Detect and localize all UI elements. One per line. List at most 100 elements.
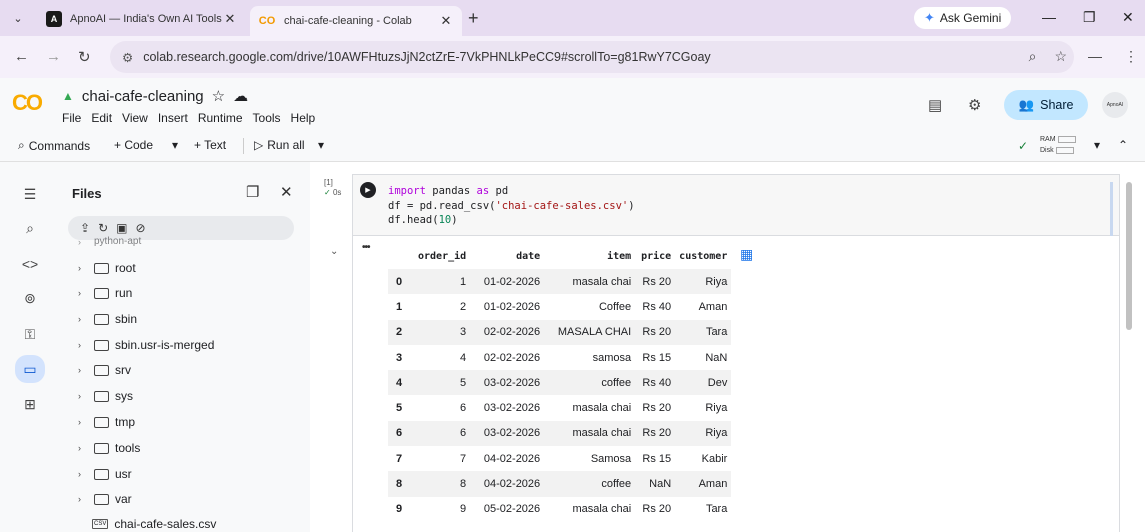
notebook-scrollbar[interactable]: [1126, 182, 1132, 330]
tree-item-usr[interactable]: › usr: [78, 467, 132, 481]
tree-item-partial[interactable]: › python-apt: [78, 236, 141, 247]
cloud-sync-icon[interactable]: ☁: [233, 87, 248, 105]
window-close-icon[interactable]: ✕: [1122, 9, 1134, 26]
tab-close-icon[interactable]: ✕: [438, 13, 454, 29]
add-code-button[interactable]: + Code: [114, 138, 153, 152]
cell-item: samosa: [592, 351, 632, 364]
browser-tab-colab[interactable]: CO chai-cafe-cleaning - Colab ✕: [250, 6, 462, 36]
tree-item-root[interactable]: › root: [78, 261, 136, 275]
settings-gear-icon[interactable]: ⚙: [968, 96, 981, 114]
row-index: 2: [388, 319, 414, 345]
tree-item-sbin[interactable]: › sbin: [78, 312, 137, 326]
address-bar-row: ← → ↻ ⚙ colab.research.google.com/drive/…: [0, 36, 1145, 78]
browser-tab-apnoai[interactable]: A ApnoAI — India's Own AI Tools ✕: [38, 6, 246, 32]
tree-item-tools[interactable]: › tools: [78, 441, 140, 455]
url-bar[interactable]: ⚙ colab.research.google.com/drive/10AWFH…: [110, 41, 1074, 73]
cell-item: masala chai: [572, 503, 632, 516]
cell-order-id: 2: [460, 300, 467, 313]
add-code-dropdown-icon[interactable]: ▾: [172, 138, 178, 152]
files-panel: Files ❐ ✕ ⇪ ↻ ▣ ⊘ › python-apt › root › run…: [60, 162, 310, 532]
back-arrow-icon[interactable]: ←: [14, 48, 29, 65]
reload-icon[interactable]: ↻: [78, 48, 91, 66]
people-icon: 👥: [1018, 97, 1035, 112]
menu-edit[interactable]: Edit: [91, 111, 112, 125]
hide-files-icon[interactable]: ⊘: [135, 221, 145, 235]
tree-item-srv[interactable]: › srv: [78, 363, 131, 377]
extensions-icon[interactable]: —: [1088, 48, 1102, 64]
minimize-icon[interactable]: —: [1042, 9, 1056, 25]
avatar[interactable]: ApnoAI: [1102, 92, 1128, 118]
tree-item-label: python-apt: [94, 236, 142, 247]
cell-date: 03-02-2026: [470, 420, 545, 447]
cell-scrollbar[interactable]: [1110, 182, 1113, 236]
tree-item-run[interactable]: › run: [78, 286, 132, 300]
table-row: 0 1 01-02-2026 masala chai Rs 20 Riya: [388, 269, 732, 295]
tree-item-sbin-usr-is-merged[interactable]: › sbin.usr-is-merged: [78, 338, 214, 352]
output-menu-icon[interactable]: •••: [362, 242, 370, 253]
site-info-icon[interactable]: ⚙: [122, 50, 133, 65]
mount-drive-icon[interactable]: ▣: [116, 221, 127, 235]
star-icon[interactable]: ☆: [212, 87, 225, 105]
tab-search-icon[interactable]: ⌄: [8, 8, 28, 28]
menu-runtime[interactable]: Runtime: [198, 111, 243, 125]
tree-item-sys[interactable]: › sys: [78, 389, 133, 403]
comments-icon[interactable]: ▤: [928, 96, 942, 114]
colab-logo[interactable]: CO: [12, 90, 43, 116]
zoom-icon[interactable]: ⌕: [1029, 48, 1037, 65]
table-of-contents-icon[interactable]: ☰: [18, 182, 42, 206]
run-all-dropdown-icon[interactable]: ▾: [318, 138, 324, 152]
upload-icon[interactable]: ⇪: [80, 221, 90, 235]
tree-item-var[interactable]: › var: [78, 492, 132, 506]
commands-button[interactable]: ⌕ Commands: [18, 138, 90, 153]
cell-price: Rs 40: [642, 300, 672, 313]
run-all-button[interactable]: ▷ Run all: [254, 138, 305, 152]
menu-file[interactable]: File: [62, 111, 81, 125]
share-button[interactable]: 👥 Share: [1004, 90, 1088, 120]
folder-icon: [94, 442, 109, 454]
commands-label: Commands: [28, 138, 91, 153]
file-chai-cafe-sales-csv[interactable]: CSV chai-cafe-sales.csv: [92, 517, 216, 531]
output-collapse-icon[interactable]: ⌄: [330, 246, 338, 257]
menu-view[interactable]: View: [122, 111, 148, 125]
run-cell-button[interactable]: ▶: [360, 182, 376, 198]
add-text-button[interactable]: + Text: [194, 138, 226, 152]
menu-insert[interactable]: Insert: [158, 111, 188, 125]
runtime-dropdown-icon[interactable]: ▾: [1094, 138, 1100, 152]
terminal-icon[interactable]: ⊞: [18, 392, 42, 416]
code-snippets-icon[interactable]: <>: [18, 252, 42, 276]
forward-arrow-icon[interactable]: →: [46, 48, 61, 65]
ram-label: RAM: [1040, 136, 1056, 143]
menu-help[interactable]: Help: [291, 111, 316, 125]
row-index: 4: [388, 370, 414, 396]
collapse-header-icon[interactable]: ⌃: [1118, 138, 1128, 152]
tree-item-tmp[interactable]: › tmp: [78, 415, 135, 429]
find-icon[interactable]: ⌕: [18, 216, 42, 240]
files-icon[interactable]: ▭: [15, 355, 45, 383]
row-index: 5: [396, 402, 403, 415]
folder-icon: [94, 364, 109, 376]
folder-icon: [94, 416, 109, 428]
variables-icon[interactable]: ⊚: [18, 286, 42, 310]
notebook-title[interactable]: chai-cafe-cleaning: [82, 88, 204, 105]
browser-menu-icon[interactable]: ⋮: [1124, 48, 1138, 65]
folder-icon: [94, 468, 109, 480]
open-in-tab-icon[interactable]: ❐: [246, 183, 259, 201]
ram-disk-indicator[interactable]: RAM Disk: [1040, 134, 1076, 156]
secrets-icon[interactable]: ⚿: [18, 322, 42, 346]
tab-close-icon[interactable]: ✕: [222, 11, 238, 27]
cell-price: Rs 40: [635, 370, 676, 396]
refresh-icon[interactable]: ↻: [98, 221, 108, 235]
code-editor[interactable]: import pandas as pd df = pd.read_csv('ch…: [388, 184, 635, 228]
menu-tools[interactable]: Tools: [253, 111, 281, 125]
cell-order-id: 6: [414, 420, 471, 447]
ask-gemini-button[interactable]: ✦ Ask Gemini: [914, 7, 1012, 29]
notebook-toolbar: ⌕ Commands + Code ▾ + Text ▷ Run all ▾ ✓…: [0, 130, 1145, 162]
new-tab-icon[interactable]: +: [468, 8, 479, 29]
close-panel-icon[interactable]: ✕: [280, 183, 293, 201]
tab-title: chai-cafe-cleaning - Colab: [284, 15, 412, 27]
bookmark-star-icon[interactable]: ☆: [1054, 48, 1067, 65]
interactive-table-icon[interactable]: ▦: [740, 246, 753, 263]
restore-icon[interactable]: ❐: [1083, 9, 1096, 26]
cell-order-id: 6: [460, 402, 467, 415]
csv-file-icon: CSV: [92, 519, 109, 529]
